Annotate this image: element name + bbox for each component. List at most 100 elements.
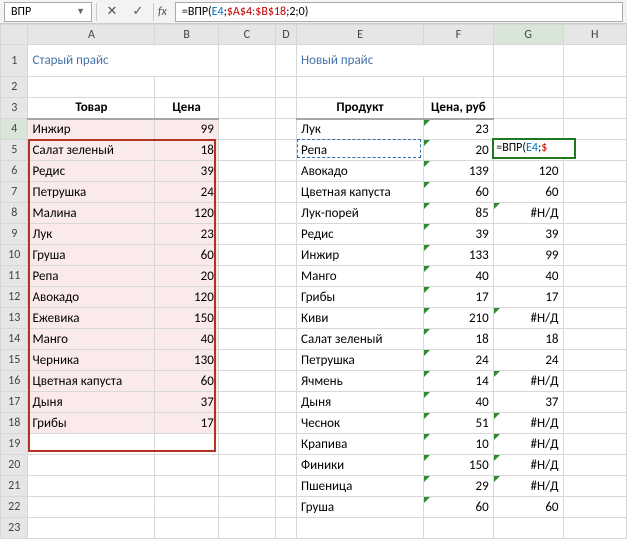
cancel-icon[interactable]: ✕: [101, 2, 123, 22]
cell[interactable]: [218, 434, 275, 455]
row-header[interactable]: 7: [1, 182, 28, 203]
cell[interactable]: 120: [155, 287, 218, 308]
cell[interactable]: [218, 77, 275, 98]
col-header[interactable]: G: [493, 25, 563, 45]
col-header[interactable]: E: [297, 25, 424, 45]
cell[interactable]: 20: [493, 140, 563, 161]
cell[interactable]: [563, 45, 627, 77]
cell[interactable]: #Н/Д: [493, 203, 563, 224]
cell[interactable]: Цветная капуста: [297, 182, 424, 203]
title-left[interactable]: Старый прайс: [28, 45, 218, 77]
cell[interactable]: [563, 476, 627, 497]
cell[interactable]: #Н/Д: [493, 476, 563, 497]
cell[interactable]: 17: [155, 413, 218, 434]
select-all-corner[interactable]: [1, 25, 28, 45]
row-header[interactable]: 13: [1, 308, 28, 329]
cell[interactable]: [218, 203, 275, 224]
cell[interactable]: [423, 77, 493, 98]
cell[interactable]: [275, 140, 296, 161]
cell[interactable]: [275, 161, 296, 182]
cell[interactable]: [563, 98, 627, 119]
cell[interactable]: #Н/Д: [493, 371, 563, 392]
row-header[interactable]: 2: [1, 77, 28, 98]
cell[interactable]: [218, 455, 275, 476]
row-header[interactable]: 6: [1, 161, 28, 182]
cell[interactable]: [28, 497, 155, 518]
cell[interactable]: [275, 350, 296, 371]
cell[interactable]: [218, 98, 275, 119]
cell[interactable]: Лук: [28, 224, 155, 245]
cell[interactable]: [218, 392, 275, 413]
cell[interactable]: [28, 434, 155, 455]
cell[interactable]: [563, 266, 627, 287]
col-header[interactable]: B: [155, 25, 218, 45]
cell[interactable]: [275, 413, 296, 434]
cell[interactable]: 24: [155, 182, 218, 203]
row-header[interactable]: 17: [1, 392, 28, 413]
cell[interactable]: [275, 98, 296, 119]
cell[interactable]: [275, 77, 296, 98]
cell[interactable]: Грибы: [297, 287, 424, 308]
cell[interactable]: [563, 392, 627, 413]
cell[interactable]: [28, 77, 155, 98]
cell[interactable]: 40: [155, 329, 218, 350]
col-header[interactable]: H: [563, 25, 627, 45]
cell[interactable]: Редис: [28, 161, 155, 182]
cell[interactable]: [218, 224, 275, 245]
cell[interactable]: 23: [423, 119, 493, 140]
cell[interactable]: [275, 266, 296, 287]
cell[interactable]: 60: [423, 182, 493, 203]
cell[interactable]: 85: [423, 203, 493, 224]
cell[interactable]: Салат зеленый: [28, 140, 155, 161]
cell[interactable]: [155, 455, 218, 476]
cell[interactable]: 23: [155, 224, 218, 245]
cell[interactable]: [297, 518, 424, 539]
cell[interactable]: [218, 245, 275, 266]
cell[interactable]: [275, 434, 296, 455]
cell[interactable]: [563, 497, 627, 518]
cell[interactable]: [563, 287, 627, 308]
cell[interactable]: 24: [493, 350, 563, 371]
cell[interactable]: [218, 161, 275, 182]
cell[interactable]: Авокадо: [297, 161, 424, 182]
chevron-down-icon[interactable]: ▼: [76, 6, 85, 17]
cell[interactable]: 20: [423, 140, 493, 161]
cell[interactable]: [563, 308, 627, 329]
formula-input[interactable]: =ВПР(E4;$A$4:$B$18;2;0): [175, 2, 623, 22]
col-header[interactable]: C: [218, 25, 275, 45]
fx-icon[interactable]: fx: [158, 5, 167, 19]
col-header[interactable]: F: [423, 25, 493, 45]
cell[interactable]: 40: [423, 392, 493, 413]
cell[interactable]: Дыня: [297, 392, 424, 413]
row-header[interactable]: 12: [1, 287, 28, 308]
cell[interactable]: Пшеница: [297, 476, 424, 497]
cell[interactable]: [218, 350, 275, 371]
cell[interactable]: Крапива: [297, 434, 424, 455]
cell[interactable]: [275, 476, 296, 497]
cell[interactable]: Дыня: [28, 392, 155, 413]
cell[interactable]: Финики: [297, 455, 424, 476]
cell[interactable]: [563, 140, 627, 161]
cell[interactable]: [563, 455, 627, 476]
cell[interactable]: [28, 518, 155, 539]
cell[interactable]: Инжир: [28, 119, 155, 140]
cell[interactable]: [275, 182, 296, 203]
cell[interactable]: 130: [155, 350, 218, 371]
cell[interactable]: #Н/Д: [493, 434, 563, 455]
cell[interactable]: Репа: [297, 140, 424, 161]
row-header[interactable]: 23: [1, 518, 28, 539]
cell[interactable]: 29: [423, 476, 493, 497]
cell[interactable]: Ежевика: [28, 308, 155, 329]
cell[interactable]: Товар: [28, 98, 155, 119]
row-header[interactable]: 1: [1, 45, 28, 77]
cell[interactable]: [493, 518, 563, 539]
cell[interactable]: Малина: [28, 203, 155, 224]
cell[interactable]: [155, 518, 218, 539]
cell[interactable]: [563, 182, 627, 203]
cell[interactable]: [563, 434, 627, 455]
cell[interactable]: [563, 77, 627, 98]
cell[interactable]: Манго: [297, 266, 424, 287]
cell[interactable]: 99: [493, 245, 563, 266]
row-header[interactable]: 15: [1, 350, 28, 371]
cell[interactable]: [155, 434, 218, 455]
